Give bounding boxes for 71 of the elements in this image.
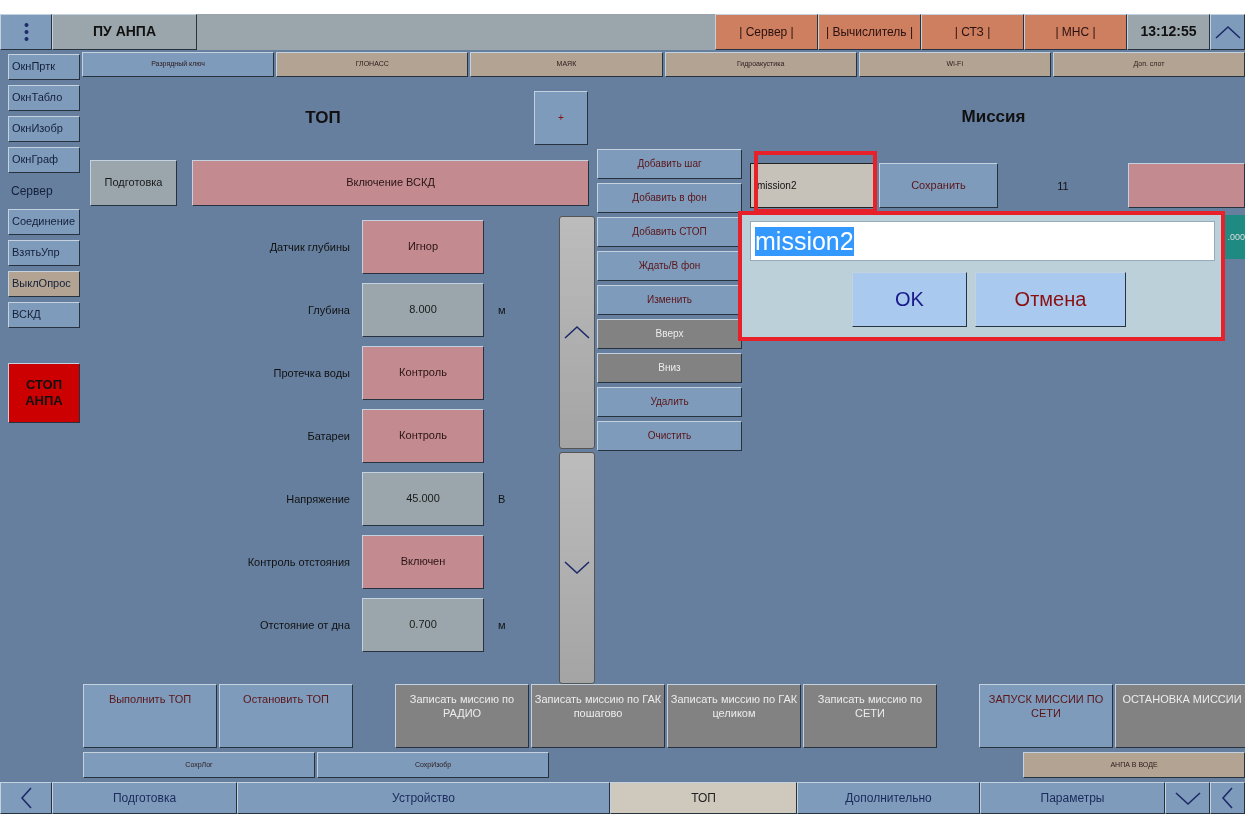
panel-title: Миссия [960, 107, 1027, 127]
chevron-left-icon [1220, 786, 1235, 810]
value-field[interactable]: 8.000 [362, 283, 484, 337]
field-label: Отстояние от дна [259, 619, 350, 631]
nav-tab[interactable]: ТОП [610, 782, 797, 814]
app-title: ПУ АНПА [52, 14, 197, 50]
chevron-down-icon [1173, 789, 1202, 807]
prepare-button[interactable]: Подготовка [90, 160, 177, 206]
cancel-button[interactable]: Отмена [975, 272, 1126, 327]
toggle-button[interactable]: Контроль [362, 409, 484, 463]
scroll-up-button[interactable] [559, 216, 595, 449]
sidebar-button[interactable]: ВыклОпрос [8, 271, 80, 297]
status-indicator: | МНС | [1024, 14, 1127, 50]
status-indicator: | Сервер | [715, 14, 818, 50]
field-label: Датчик глубины [268, 241, 350, 253]
status-button[interactable] [1128, 163, 1245, 208]
sidebar-button[interactable]: ВСКД [8, 302, 80, 328]
sidebar-button[interactable]: ОкнТабло [8, 85, 80, 111]
mission-name-field[interactable]: mission2 [750, 163, 874, 208]
unit-label: м [498, 304, 506, 316]
menu-button[interactable] [0, 14, 52, 50]
stop-button[interactable]: СТОП АНПА [8, 363, 80, 423]
field-label: Напряжение [285, 493, 350, 505]
action-button[interactable]: ЗАПУСК МИССИИ ПО СЕТИ [979, 684, 1113, 748]
mission-action-button[interactable]: Удалить [597, 387, 742, 417]
unit-label: В [498, 493, 506, 505]
back-button[interactable] [1210, 782, 1245, 814]
step-count: 11 [1056, 179, 1070, 192]
toggle-button[interactable]: Контроль [362, 346, 484, 400]
sidebar-button[interactable]: Соединение [8, 209, 80, 235]
chevron-up-icon [563, 323, 592, 341]
panel-title: ТОП [304, 108, 342, 128]
sidebar-button[interactable]: ОкнИзобр [8, 116, 80, 142]
chevron-up-icon [1213, 23, 1242, 41]
status-indicator: | СТЗ | [921, 14, 1024, 50]
menu-icon [23, 22, 29, 42]
sidebar-button[interactable]: ОкнГраф [8, 147, 80, 173]
action-button[interactable]: Выполнить ТОП [83, 684, 217, 748]
down-button[interactable] [1165, 782, 1210, 814]
chevron-down-icon [563, 559, 592, 577]
chevron-left-icon [18, 786, 34, 810]
field-label: Протечка воды [272, 367, 350, 379]
action-button[interactable]: Остановить ТОП [219, 684, 353, 748]
name-input-field[interactable]: mission2 [750, 221, 1215, 261]
value-field[interactable]: 45.000 [362, 472, 484, 526]
field-label: Батареи [306, 430, 350, 442]
mission-action-button[interactable]: Добавить шаг [597, 149, 742, 179]
status-indicator: | Вычислитель | [818, 14, 921, 50]
toggle-button[interactable]: Включен [362, 535, 484, 589]
nav-tab[interactable]: Параметры [980, 782, 1165, 814]
sidebar-button[interactable]: ОкнПртк [8, 54, 80, 80]
toggle-button[interactable]: Игнор [362, 220, 484, 274]
vskd-button[interactable]: Включение ВСКД [192, 160, 589, 206]
field-label: Глубина [306, 304, 350, 316]
mission-action-button[interactable]: Добавить в фон [597, 183, 742, 213]
sidebar-button[interactable]: ВзятьУпр [8, 240, 80, 266]
nav-tab[interactable]: Дополнительно [797, 782, 980, 814]
save-button[interactable]: Сохранить [879, 163, 998, 208]
back-button[interactable] [0, 782, 52, 814]
value-field[interactable]: 0.700 [362, 598, 484, 652]
sidebar-label: Сервер [10, 183, 54, 200]
ok-button[interactable]: OK [852, 272, 967, 327]
field-label: Контроль отстояния [246, 556, 350, 568]
add-button[interactable]: + [534, 91, 588, 145]
nav-tab[interactable]: Подготовка [52, 782, 237, 814]
clock: 13:12:55 [1127, 14, 1210, 50]
scroll-down-button[interactable] [559, 451, 595, 684]
nav-tab[interactable]: Устройство [237, 782, 610, 814]
mission-action-button[interactable]: Очистить [597, 421, 742, 451]
collapse-button[interactable] [1210, 14, 1245, 50]
unit-label: м [498, 619, 506, 631]
